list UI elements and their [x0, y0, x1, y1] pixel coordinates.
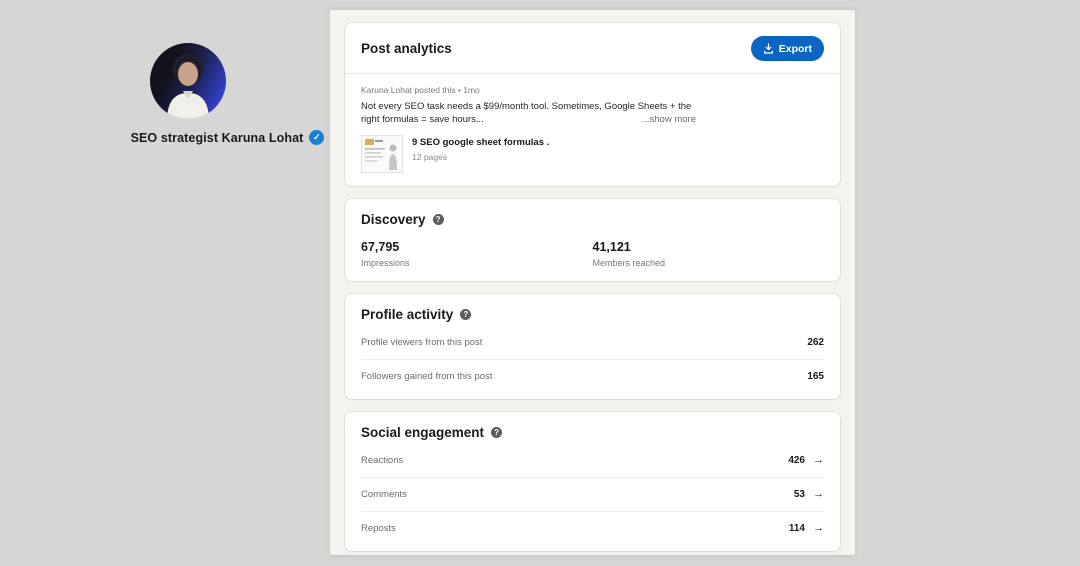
metric-row-comments[interactable]: Comments 53 →	[361, 478, 824, 512]
stat-members-reached: 41,121 Members reached	[593, 240, 825, 268]
metric-label: Reposts	[361, 523, 396, 534]
metric-right: 53 →	[794, 489, 824, 500]
metric-label: Followers gained from this post	[361, 371, 492, 382]
stat-label: Impressions	[361, 258, 593, 268]
metric-label: Comments	[361, 489, 407, 500]
profile-activity-rows: Profile viewers from this post 262 Follo…	[361, 326, 824, 386]
profile-activity-header: Profile activity ?	[361, 307, 824, 322]
attachment-title: 9 SEO google sheet formulas .	[412, 137, 549, 148]
arrow-right-icon[interactable]: →	[813, 523, 824, 534]
person-portrait-icon	[150, 43, 226, 119]
metric-row-profile-viewers: Profile viewers from this post 262	[361, 326, 824, 360]
divider	[345, 73, 840, 74]
stat-value: 67,795	[361, 240, 593, 254]
document-thumbnail	[361, 135, 403, 173]
profile-name[interactable]: SEO strategist Karuna Lohat	[131, 131, 304, 145]
export-button[interactable]: Export	[751, 36, 824, 61]
page: SEO strategist Karuna Lohat ✓ Post analy…	[0, 0, 1080, 566]
arrow-right-icon[interactable]: →	[813, 489, 824, 500]
metric-value: 165	[807, 371, 824, 382]
metric-value: 426	[788, 455, 805, 466]
post-analytics-title: Post analytics	[361, 41, 452, 56]
discovery-card: Discovery ? 67,795 Impressions 41,121 Me…	[345, 199, 840, 281]
metric-row-followers-gained: Followers gained from this post 165	[361, 360, 824, 386]
social-engagement-card: Social engagement ? Reactions 426 → Comm…	[345, 412, 840, 551]
verified-badge-icon: ✓	[309, 130, 324, 145]
metric-row-reposts[interactable]: Reposts 114 →	[361, 512, 824, 538]
metric-value: 114	[789, 523, 805, 534]
discovery-title: Discovery	[361, 212, 426, 227]
post-analytics-card: Post analytics Export Karuna Lohat poste…	[345, 23, 840, 186]
discovery-header: Discovery ?	[361, 212, 824, 227]
metric-value: 53	[794, 489, 805, 500]
post-meta: Karuna Lohat posted this • 1mo	[361, 85, 824, 95]
social-engagement-rows: Reactions 426 → Comments 53 → Reposts	[361, 444, 824, 538]
profile-name-row: SEO strategist Karuna Lohat ✓	[130, 130, 325, 145]
post-preview: Karuna Lohat posted this • 1mo Not every…	[361, 85, 824, 173]
help-icon[interactable]: ?	[433, 214, 444, 225]
metric-right: 114 →	[789, 523, 824, 534]
stat-value: 41,121	[593, 240, 825, 254]
metric-label: Reactions	[361, 455, 403, 466]
avatar[interactable]	[150, 43, 226, 119]
export-button-label: Export	[779, 43, 812, 55]
attachment-pages: 12 pages	[412, 152, 549, 162]
profile-activity-card: Profile activity ? Profile viewers from …	[345, 294, 840, 399]
post-text: Not every SEO task needs a $99/month too…	[361, 100, 696, 126]
attachment-text: 9 SEO google sheet formulas . 12 pages	[412, 135, 549, 162]
help-icon[interactable]: ?	[460, 309, 471, 320]
discovery-stats: 67,795 Impressions 41,121 Members reache…	[361, 240, 824, 268]
analytics-panel: Post analytics Export Karuna Lohat poste…	[330, 10, 855, 555]
document-preview-icon	[362, 136, 402, 172]
help-icon[interactable]: ?	[491, 427, 502, 438]
post-attachment[interactable]: 9 SEO google sheet formulas . 12 pages	[361, 135, 824, 173]
social-engagement-header: Social engagement ?	[361, 425, 824, 440]
metric-right: 426 →	[788, 455, 824, 466]
metric-value: 262	[807, 337, 824, 348]
metric-label: Profile viewers from this post	[361, 337, 482, 348]
metric-row-reactions[interactable]: Reactions 426 →	[361, 444, 824, 478]
social-engagement-title: Social engagement	[361, 425, 484, 440]
stat-impressions: 67,795 Impressions	[361, 240, 593, 268]
arrow-right-icon[interactable]: →	[813, 455, 824, 466]
stat-label: Members reached	[593, 258, 825, 268]
show-more-link[interactable]: ...show more	[638, 113, 696, 126]
post-analytics-header: Post analytics Export	[361, 36, 824, 61]
profile-activity-title: Profile activity	[361, 307, 453, 322]
download-icon	[763, 43, 774, 54]
